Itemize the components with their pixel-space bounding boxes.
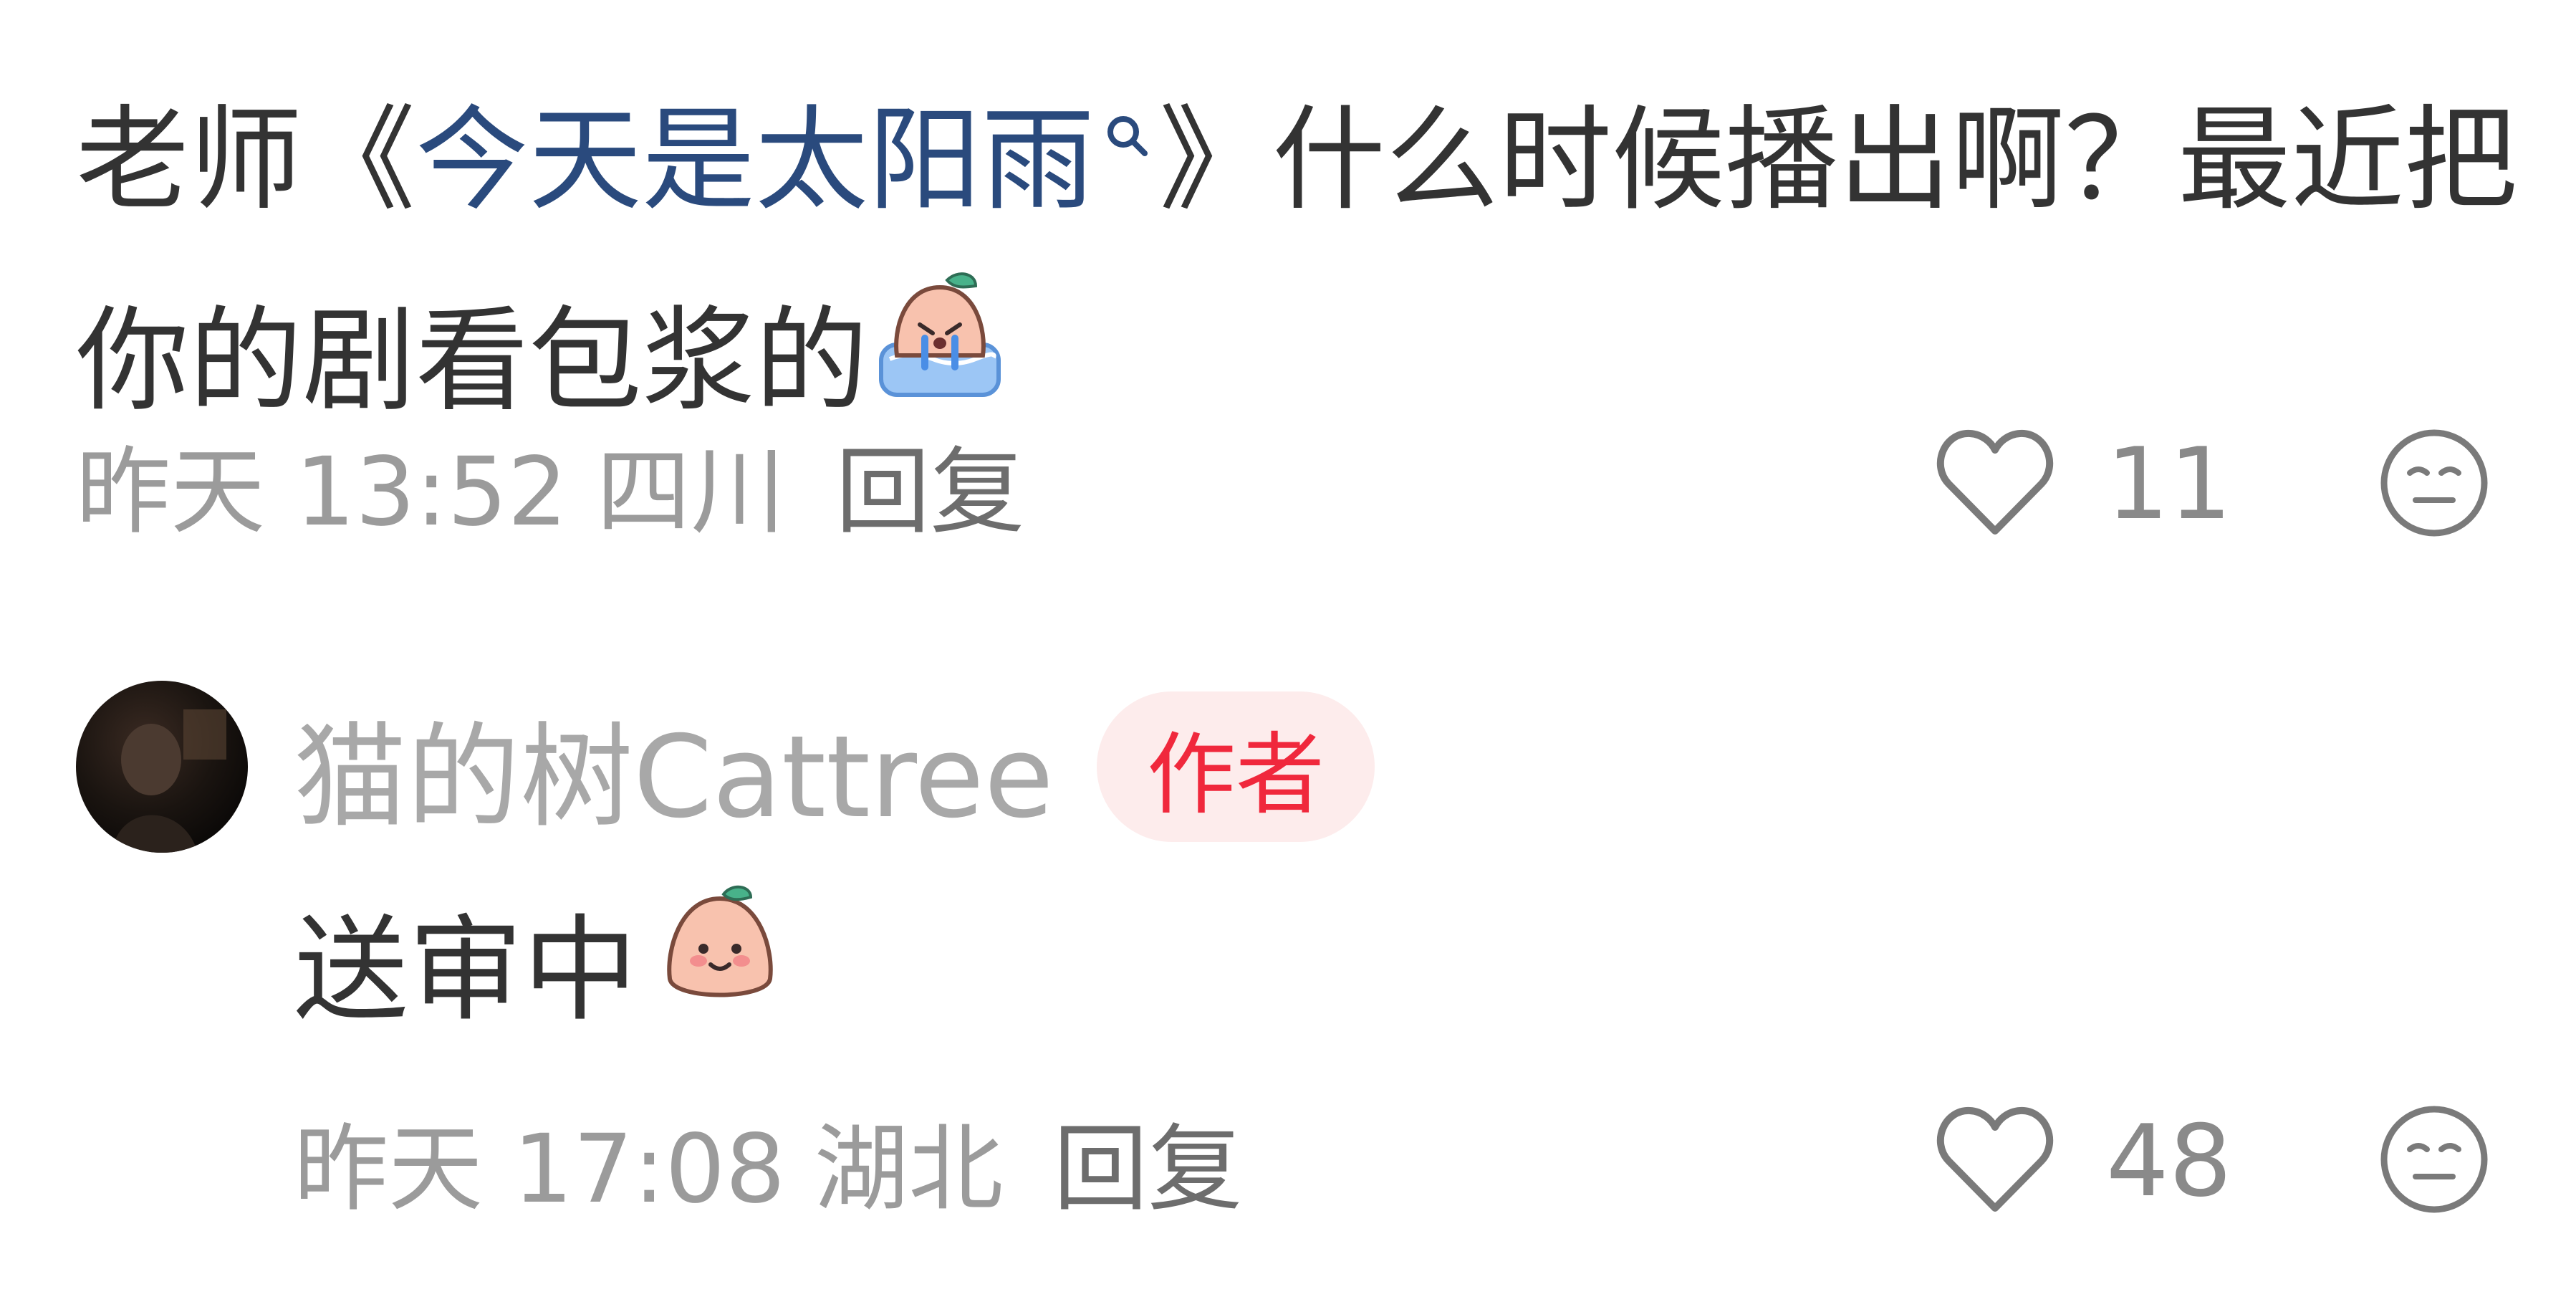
reply-like-button[interactable]: 48: [1934, 1100, 2232, 1222]
title-link[interactable]: 今天是太阳雨: [415, 95, 1159, 226]
smiling-peach-sticker: [652, 878, 788, 1042]
comment-like-count: 11: [2106, 426, 2232, 542]
comment-reply-button[interactable]: 回复: [835, 416, 1024, 552]
heart-icon[interactable]: [1934, 1102, 2056, 1220]
search-icon[interactable]: [1102, 21, 1152, 222]
author-badge: 作者: [1096, 691, 1375, 842]
heart-icon[interactable]: [1934, 425, 2056, 542]
author-name[interactable]: 猫的树Cattree: [294, 685, 1054, 849]
author-row: 猫的树Cattree 作者: [294, 688, 1375, 846]
title-link-text[interactable]: 今天是太阳雨: [415, 95, 1095, 226]
comment-time: 昨天 13:52: [76, 436, 568, 547]
comment-text: 老师《今天是太阳雨 》什么时候播出啊？最近把你的剧看包浆的: [76, 21, 2526, 471]
comment-region: 四川: [596, 436, 786, 547]
comment-text-prefix: 老师《: [76, 94, 415, 226]
reply-text-content: 送审中: [294, 903, 638, 1037]
comment-like-button[interactable]: 11: [1934, 423, 2232, 545]
reply-region: 湖北: [814, 1114, 1004, 1225]
reply-text: 送审中: [294, 886, 788, 1037]
reply-meta: 昨天 17:08 湖北 回复: [294, 1100, 1242, 1225]
reply-like-count: 48: [2106, 1103, 2232, 1219]
emoji-neutral-icon[interactable]: [2377, 1102, 2491, 1220]
comment-meta: 昨天 13:52 四川 回复: [76, 423, 1024, 547]
emoji-neutral-icon[interactable]: [2377, 426, 2491, 543]
reply-reply-button[interactable]: 回复: [1053, 1093, 1242, 1230]
reply-time: 昨天 17:08: [294, 1114, 786, 1225]
avatar[interactable]: [76, 681, 248, 853]
